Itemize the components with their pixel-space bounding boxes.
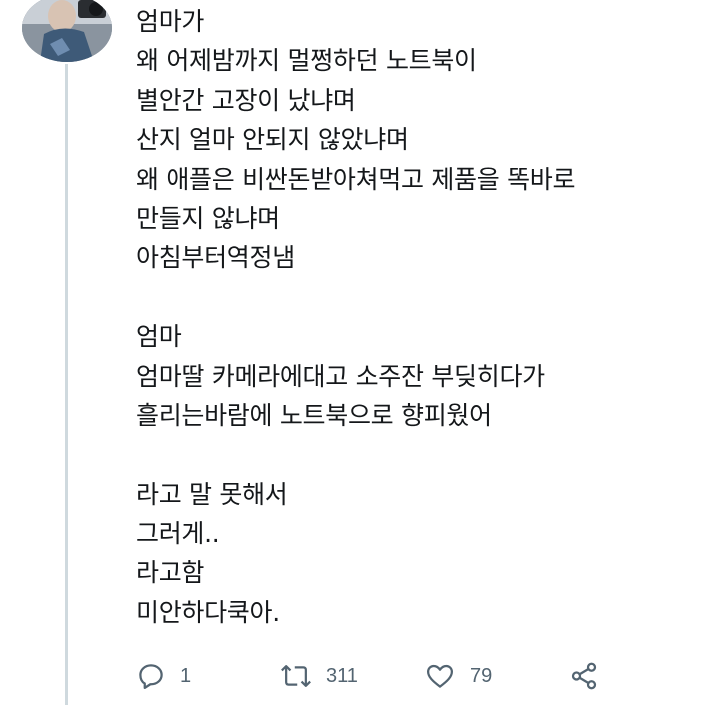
tweet-line: 라고함 <box>136 558 205 588</box>
tweet-line: 엄마가 <box>136 7 205 36</box>
reply-icon <box>139 664 163 689</box>
tweet-line: 엄마 <box>136 322 182 352</box>
heart-icon <box>427 664 453 688</box>
reply-button[interactable]: 1 <box>136 656 191 696</box>
tweet-line: 미안하다쿡아. <box>136 597 280 627</box>
tweet-line: 별안간 고장이 났냐며 <box>136 85 356 115</box>
like-count: 79 <box>470 664 493 687</box>
thread-line <box>65 64 68 705</box>
retweet-icon <box>281 665 311 687</box>
tweet-line: 흘리는바람에 노트북으로 향피웠어 <box>136 400 492 430</box>
share-icon <box>571 662 597 690</box>
avatar[interactable] <box>22 0 112 62</box>
tweet-line: 엄마딸 카메라에대고 소주잔 부딪히다가 <box>136 361 545 391</box>
retweet-button[interactable]: 311 <box>280 656 358 696</box>
reply-count: 1 <box>180 664 192 687</box>
tweet-line: 왜 애플은 비싼돈받아쳐먹고 제품을 똑바로 <box>136 164 576 194</box>
tweet-line: 아침부터역정냄 <box>136 243 295 273</box>
avatar-photo <box>22 0 112 62</box>
like-button[interactable]: 79 <box>424 656 492 696</box>
share-button[interactable] <box>568 656 600 696</box>
tweet-line: 만들지 않냐며 <box>136 203 280 233</box>
tweet-line: 라고 말 못해서 <box>136 479 288 509</box>
retweet-count: 311 <box>326 664 358 687</box>
tweet-text: 엄마가 왜 어제밤까지 멀쩡하던 노트북이 별안간 고장이 났냐며 산지 얼마 … <box>136 2 706 632</box>
tweet-line: 그러게.. <box>136 519 220 549</box>
tweet-line: 산지 얼마 안되지 않았냐며 <box>136 125 409 155</box>
tweet-actions: 1 311 79 <box>136 656 636 696</box>
tweet-line: 왜 어제밤까지 멀쩡하던 노트북이 <box>136 46 477 76</box>
